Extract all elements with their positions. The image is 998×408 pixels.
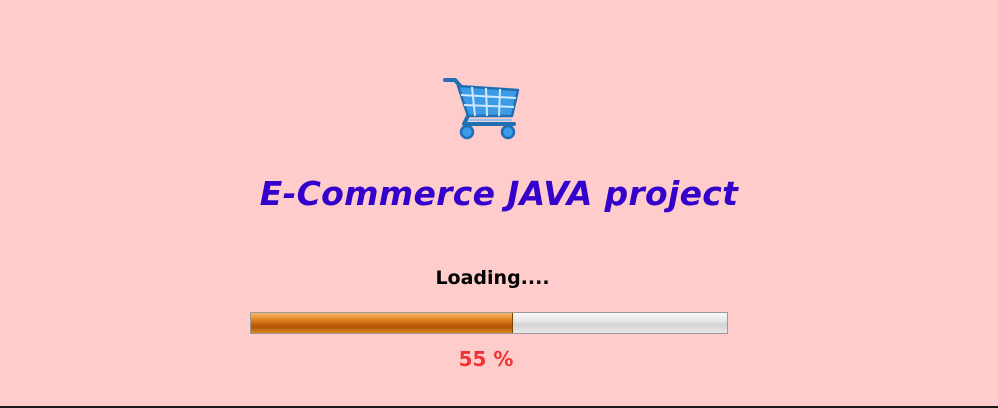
shopping-cart-icon <box>443 78 520 140</box>
app-title: E-Commerce JAVA project <box>259 174 739 213</box>
progress-percent-label: 55 % <box>458 347 514 371</box>
progress-bar-fill <box>251 313 513 333</box>
loading-progress-bar <box>250 312 728 334</box>
loading-label: Loading.... <box>435 267 550 289</box>
